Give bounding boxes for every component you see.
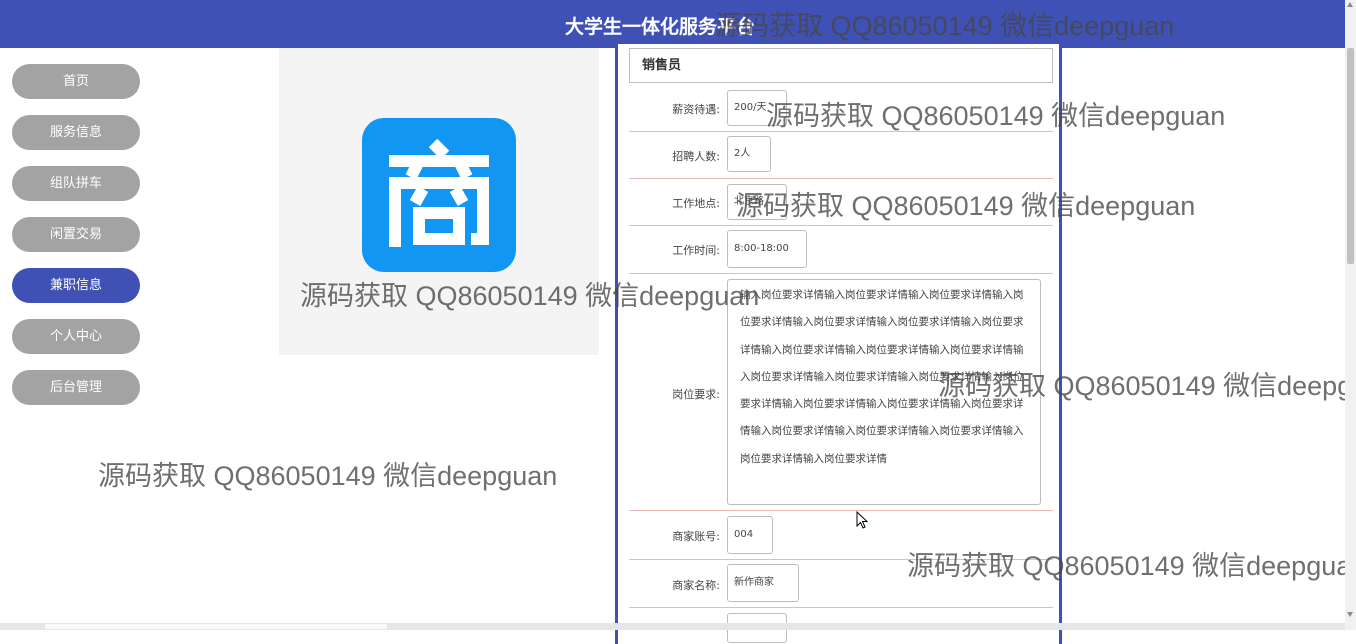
hours-row: 工作时间: 8:00-18:00 bbox=[629, 226, 1053, 274]
shop-glyph-icon bbox=[389, 139, 489, 247]
salary-row: 薪资待遇: 200/天 bbox=[629, 86, 1053, 132]
scroll-down-arrow-icon[interactable] bbox=[1347, 612, 1353, 617]
merchant-account-label: 商家账号: bbox=[672, 530, 720, 543]
job-image-area bbox=[279, 48, 599, 355]
salary-label: 薪资待遇: bbox=[672, 103, 720, 116]
shop-logo-icon bbox=[362, 118, 516, 272]
hours-field[interactable]: 8:00-18:00 bbox=[727, 230, 807, 268]
location-label: 工作地点: bbox=[672, 197, 720, 210]
location-row: 工作地点: 北京路 bbox=[629, 179, 1053, 226]
merchant-name-field[interactable]: 新作商家 bbox=[727, 564, 799, 602]
nav-item-home[interactable]: 首页 bbox=[12, 64, 140, 99]
job-detail-panel: 销售员 薪资待遇: 200/天 招聘人数: 2人 工作地点: 北京路 工作时间:… bbox=[615, 44, 1062, 644]
location-field[interactable]: 北京路 bbox=[727, 184, 787, 220]
requirements-field[interactable]: 输入岗位要求详情输入岗位要求详情输入岗位要求详情输入岗位要求详情输入岗位要求详情… bbox=[727, 279, 1041, 505]
nav-item-parttime[interactable]: 兼职信息 bbox=[12, 268, 140, 303]
sidebar-nav: 首页 服务信息 组队拼车 闲置交易 兼职信息 个人中心 后台管理 bbox=[12, 64, 140, 421]
mouse-cursor-icon bbox=[856, 511, 868, 529]
scroll-up-arrow-icon[interactable] bbox=[1347, 2, 1353, 7]
watermark-text: 源码获取 QQ86050149 微信deepguan bbox=[98, 461, 558, 491]
merchant-name-label: 商家名称: bbox=[672, 579, 720, 592]
site-title: 大学生一体化服务平台 bbox=[564, 16, 755, 38]
nav-item-admin[interactable]: 后台管理 bbox=[12, 370, 140, 405]
salary-field[interactable]: 200/天 bbox=[727, 90, 787, 126]
hscrollbar-thumb[interactable] bbox=[45, 624, 387, 629]
merchant-name-row: 商家名称: 新作商家 bbox=[629, 560, 1053, 608]
headcount-label: 招聘人数: bbox=[672, 150, 720, 163]
requirements-row: 岗位要求: 输入岗位要求详情输入岗位要求详情输入岗位要求详情输入岗位要求详情输入… bbox=[629, 274, 1053, 511]
headcount-row: 招聘人数: 2人 bbox=[629, 132, 1053, 179]
top-header: 大学生一体化服务平台 bbox=[0, 0, 1345, 48]
scrollbar-thumb[interactable] bbox=[1347, 48, 1354, 264]
merchant-account-field[interactable]: 004 bbox=[727, 516, 773, 554]
hours-label: 工作时间: bbox=[672, 244, 720, 257]
headcount-field[interactable]: 2人 bbox=[727, 136, 771, 172]
nav-item-services[interactable]: 服务信息 bbox=[12, 115, 140, 150]
nav-item-secondhand[interactable]: 闲置交易 bbox=[12, 217, 140, 252]
vertical-scrollbar[interactable] bbox=[1345, 0, 1356, 630]
nav-item-carpool[interactable]: 组队拼车 bbox=[12, 166, 140, 201]
job-title: 销售员 bbox=[629, 48, 1053, 83]
requirements-label: 岗位要求: bbox=[672, 388, 720, 401]
merchant-account-row: 商家账号: 004 bbox=[629, 511, 1053, 560]
horizontal-scrollbar[interactable] bbox=[0, 623, 1345, 630]
nav-item-profile[interactable]: 个人中心 bbox=[12, 319, 140, 354]
